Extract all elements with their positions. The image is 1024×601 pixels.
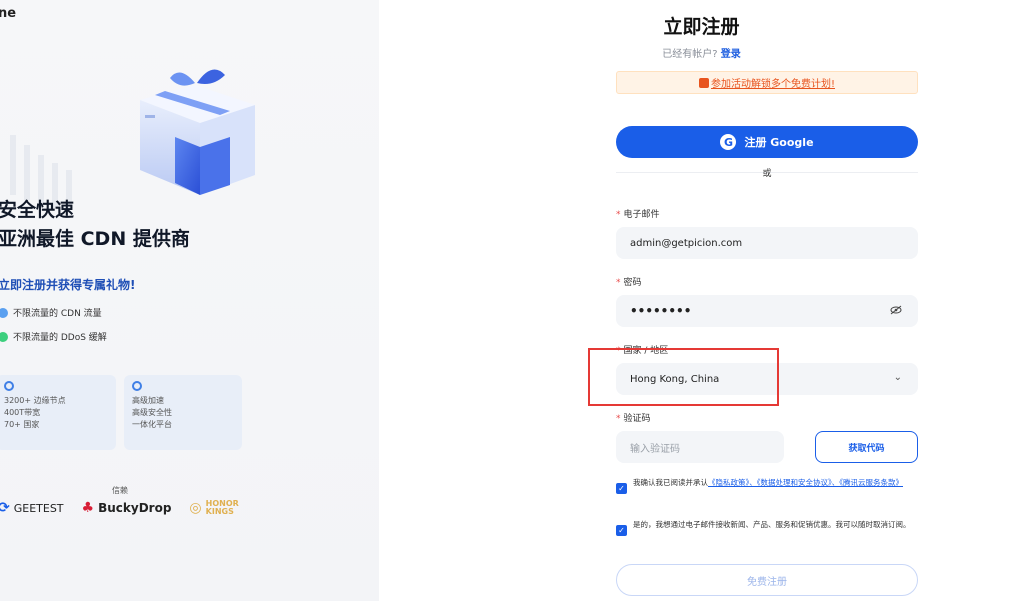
sponsor-logos: ⟳ GEETEST ♣ BuckyDrop ◎ HONOR KINGS [0,499,246,517]
eye-off-icon[interactable] [890,305,902,318]
feature-item: 不限流量的 DDoS 缓解 [0,330,107,343]
bolt-icon [132,381,142,391]
get-code-button[interactable]: 获取代码 [815,431,918,463]
code-label: * 验证码 [616,414,651,424]
promo-banner[interactable]: 参加活动解锁多个免费计划! [616,71,918,94]
chevron-down-icon: ⌄ [893,372,902,383]
signup-form: 立即注册 已经有帐户? 登录 参加活动解锁多个免费计划! G 注册 Google… [379,0,1024,601]
login-prompt: 已经有帐户? 登录 [662,49,741,60]
shield-check-icon [0,331,8,342]
buckydrop-icon: ♣ [81,500,95,516]
honor-kings-icon: ◎ [189,500,202,516]
google-icon: G [720,134,737,150]
gift-icon [698,77,709,88]
feature-item: 不限流量的 CDN 流量 [0,306,102,319]
email-label: * 电子邮件 [616,210,660,220]
gift-title: 立即注册并获得专属礼物! [0,278,136,292]
email-field[interactable]: admin@getpicion.com [616,227,918,259]
promo-panel: ne 安全快速 亚洲最佳 CDN 提供商 立即注册并获得专属礼物! 不限流量的 … [0,0,379,601]
stats-card: 3200+ 边缘节点 400T带宽 70+ 国家 [0,375,116,450]
region-select[interactable]: Hong Kong, China ⌄ [616,363,918,395]
terms-links[interactable]: 《隐私政策》、《数据处理和安全协议》、《腾讯云服务条款》 [708,478,903,487]
region-label: * 国家 / 地区 [616,346,669,356]
globe-icon [4,381,14,391]
geetest-icon: ⟳ [0,500,10,516]
brand-fragment: ne [0,6,17,21]
geetest-logo: ⟳ GEETEST [0,500,64,516]
page-title: 立即注册 [663,16,740,38]
buckydrop-logo: ♣ BuckyDrop [81,500,172,516]
password-label: * 密码 [616,278,642,288]
feature-card: 高级加速 高级安全性 一体化平台 [124,375,242,450]
consent-checkbox[interactable]: ✓ [616,483,627,494]
password-field[interactable]: •••••••• [616,295,918,327]
submit-button[interactable]: 免费注册 [616,564,918,596]
login-link[interactable]: 登录 [721,49,741,60]
verification-code-input[interactable]: 输入验证码 [616,431,784,463]
consent-text: 我确认我已阅读并承认《隐私政策》、《数据处理和安全协议》、《腾讯云服务条款》 [633,478,903,487]
cloud-icon [0,307,8,318]
google-signup-button[interactable]: G 注册 Google [616,126,918,158]
sponsor-label: 信赖 [112,486,128,495]
marketing-checkbox[interactable]: ✓ [616,525,627,536]
gift-box-illustration [10,69,255,210]
honor-kings-logo: ◎ HONOR KINGS [189,499,239,517]
or-separator: 或 [762,169,772,179]
marketing-text: 是的，我想通过电子邮件接收新闻、产品、服务和促销优惠。我可以随时取消订阅。 [633,520,911,529]
headline: 安全快速 亚洲最佳 CDN 提供商 [0,199,190,250]
